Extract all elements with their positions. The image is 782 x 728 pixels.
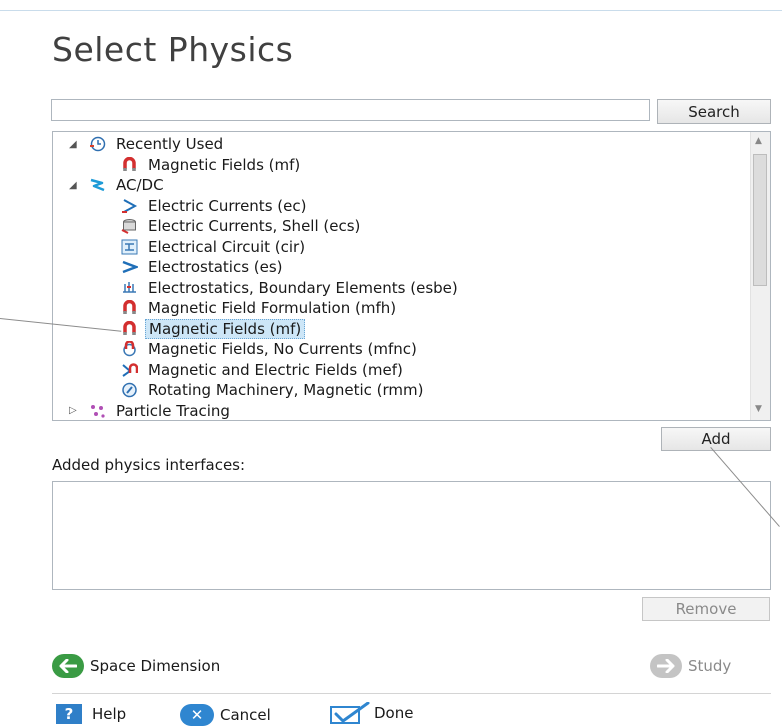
tree-item[interactable]: Electrical Circuit (cir) — [121, 237, 308, 257]
study-nav[interactable]: Study — [650, 654, 731, 678]
help-label: Help — [92, 705, 127, 723]
page-title: Select Physics — [52, 30, 294, 69]
tree-item-label: Magnetic Fields, No Currents (mfnc) — [148, 340, 417, 358]
tree-item-label: Electric Currents (ec) — [148, 196, 307, 215]
clock-icon — [89, 136, 106, 152]
acdc-icon — [89, 177, 106, 193]
added-physics-label: Added physics interfaces: — [52, 456, 246, 474]
forward-arrow-icon — [650, 654, 682, 678]
circuit-icon — [121, 239, 138, 255]
scroll-up-icon[interactable]: ▲ — [755, 136, 762, 146]
tree-item-label: Magnetic Fields (mf) — [145, 318, 306, 339]
magnet-icon — [121, 156, 138, 173]
add-button[interactable]: Add — [661, 427, 771, 451]
footer-divider — [52, 693, 771, 694]
tree-item[interactable]: ▷ Particle Tracing — [69, 401, 233, 421]
tree-item-label: AC/DC — [116, 176, 164, 194]
tree-item-label: Magnetic Field Formulation (mfh) — [148, 299, 397, 317]
cancel-icon: ✕ — [180, 704, 214, 726]
tree-item-label: Rotating Machinery, Magnetic (rmm) — [148, 381, 424, 399]
done-button[interactable]: Done — [330, 701, 414, 724]
tree-item[interactable]: Rotating Machinery, Magnetic (rmm) — [121, 380, 427, 400]
checkmark-icon — [330, 701, 370, 724]
space-dimension-nav[interactable]: Space Dimension — [52, 654, 220, 678]
tree-scrollbar[interactable]: ▲ ▼ — [750, 132, 770, 420]
tree-item-label: Magnetic Fields (mf) — [148, 155, 301, 174]
tree-item-label: Electrical Circuit (cir) — [148, 237, 306, 256]
electrostatics-icon — [121, 259, 140, 275]
study-label: Study — [688, 657, 732, 675]
tree-item-label: Particle Tracing — [116, 401, 230, 420]
cancel-label: Cancel — [220, 706, 271, 724]
cancel-button[interactable]: ✕ Cancel — [180, 704, 271, 726]
magnet-icon — [121, 299, 138, 316]
boundary-elements-icon — [121, 280, 138, 296]
collapse-icon[interactable]: ◢ — [69, 139, 77, 150]
tree-item-label: Recently Used — [116, 135, 224, 153]
expand-icon[interactable]: ▷ — [69, 405, 77, 416]
tree-item[interactable]: Electric Currents, Shell (ecs) — [121, 216, 363, 236]
tree-item-label: Electrostatics, Boundary Elements (esbe) — [148, 278, 458, 297]
rotating-machinery-icon — [121, 382, 138, 398]
tree-item-label: Electric Currents, Shell (ecs) — [148, 217, 361, 235]
search-input[interactable] — [51, 99, 650, 121]
tree-item-label: Electrostatics (es) — [148, 258, 283, 276]
physics-tree[interactable]: ◢ Recently Used Magnetic Fields (mf) ◢ AC/DC… — [52, 131, 771, 421]
tree-item[interactable]: Electric Currents (ec) — [121, 196, 309, 216]
top-divider — [0, 10, 782, 11]
electric-currents-icon — [121, 198, 138, 214]
done-label: Done — [374, 704, 414, 722]
collapse-icon[interactable]: ◢ — [69, 180, 77, 191]
tree-item[interactable]: Electrostatics, Boundary Elements (esbe) — [121, 278, 461, 298]
help-icon: ? — [56, 704, 82, 724]
tree-item[interactable]: Magnetic Fields (mf) — [121, 155, 303, 175]
magnet-electric-icon — [121, 362, 139, 378]
help-button[interactable]: ? Help — [56, 704, 126, 724]
shell-icon — [121, 218, 138, 234]
tree-item-label: Magnetic and Electric Fields (mef) — [148, 360, 403, 379]
magnet-icon — [121, 320, 138, 337]
search-button[interactable]: Search — [657, 99, 771, 124]
tree-item[interactable]: Magnetic Field Formulation (mfh) — [121, 298, 399, 318]
tree-item[interactable]: Magnetic and Electric Fields (mef) — [121, 360, 406, 380]
remove-button[interactable]: Remove — [642, 597, 770, 621]
space-dimension-label: Space Dimension — [90, 657, 221, 675]
no-currents-icon — [121, 340, 138, 357]
scroll-thumb[interactable] — [753, 154, 767, 286]
tree-item[interactable]: ◢ AC/DC — [69, 175, 167, 195]
back-arrow-icon — [52, 654, 84, 678]
tree-item[interactable]: Electrostatics (es) — [121, 257, 286, 277]
added-physics-list[interactable] — [52, 481, 771, 590]
tree-item[interactable]: Magnetic Fields (mf) — [121, 318, 306, 339]
tree-item[interactable]: ◢ Recently Used — [69, 134, 226, 154]
tree-item[interactable]: Magnetic Fields, No Currents (mfnc) — [121, 339, 420, 359]
scroll-down-icon[interactable]: ▼ — [755, 404, 762, 414]
particle-icon — [89, 403, 106, 419]
